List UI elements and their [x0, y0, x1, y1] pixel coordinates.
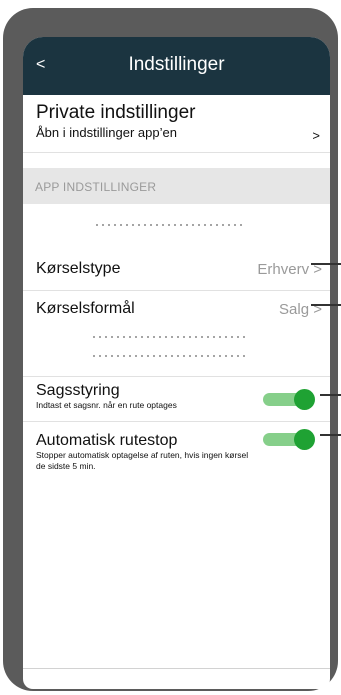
auto-route-stop-row: Automatisk rutestop Stopper automatisk o…: [23, 422, 330, 492]
callout-line: [311, 263, 341, 265]
case-management-row: Sagsstyring Indtast et sagsnr. når en ru…: [23, 377, 330, 421]
placeholder-dotted-line: [94, 224, 246, 226]
case-management-toggle[interactable]: [263, 389, 315, 410]
auto-route-stop-title: Automatisk rutestop: [36, 432, 178, 449]
placeholder-dotted-line: [91, 336, 245, 338]
placeholder-dotted-line: [91, 355, 245, 357]
toggle-knob: [294, 429, 315, 450]
driving-purpose-label: Kørselsformål: [36, 300, 135, 317]
app-settings-section-header: APP INDSTILLINGER: [23, 168, 330, 204]
top-navigation-bar: < Indstillinger: [23, 37, 330, 95]
callout-line: [320, 434, 341, 436]
private-settings-row[interactable]: Private indstillinger Åbn i indstillinge…: [23, 95, 330, 153]
app-screen: < Indstillinger Private indstillinger Åb…: [23, 37, 330, 689]
bottom-divider: [23, 668, 330, 669]
chevron-right-icon: >: [312, 128, 320, 143]
auto-route-stop-toggle[interactable]: [263, 429, 315, 450]
private-settings-subtitle: Åbn i indstillinger app’en: [36, 125, 177, 140]
page-title: Indstillinger: [128, 54, 225, 75]
driving-type-label: Kørselstype: [36, 260, 121, 277]
phone-frame: < Indstillinger Private indstillinger Åb…: [3, 8, 341, 691]
driving-purpose-row[interactable]: Kørselsformål Salg >: [23, 291, 330, 331]
callout-line: [311, 304, 341, 306]
toggle-knob: [294, 389, 315, 410]
case-management-title: Sagsstyring: [36, 382, 120, 399]
callout-line: [320, 394, 341, 396]
case-management-description: Indtast et sagsnr. når en rute optages: [36, 400, 177, 410]
auto-route-stop-description: Stopper automatisk optagelse af ruten, h…: [36, 450, 249, 471]
driving-type-row[interactable]: Kørselstype Erhverv >: [23, 247, 330, 291]
section-label: APP INDSTILLINGER: [35, 180, 157, 194]
private-settings-title: Private indstillinger: [36, 102, 196, 123]
